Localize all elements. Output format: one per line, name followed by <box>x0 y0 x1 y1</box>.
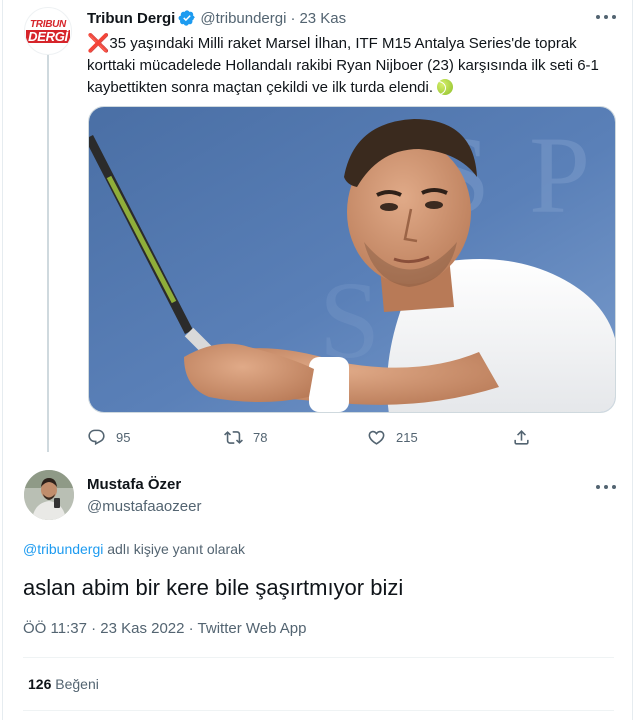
reply-more-options-icon[interactable] <box>596 480 616 494</box>
share-action[interactable] <box>512 426 541 448</box>
tennis-player-photo: S P S <box>89 107 615 412</box>
divider-bottom <box>23 710 614 711</box>
likes-summary[interactable]: 126 Beğeni <box>28 676 99 692</box>
share-icon <box>514 429 529 445</box>
reply-action[interactable]: 95 <box>87 426 130 448</box>
like-count: 215 <box>396 429 418 445</box>
tweet-actions: 95 78 215 <box>87 426 537 448</box>
avatar-logo-top: TRIBUN <box>30 18 66 30</box>
retweet-action[interactable]: 78 <box>224 426 267 448</box>
reply-author-handle[interactable]: @mustafaaozeer <box>87 498 201 515</box>
mustafa-avatar[interactable] <box>24 470 74 520</box>
tennis-ball-icon <box>437 79 454 95</box>
retweet-icon <box>224 430 243 444</box>
svg-text:P: P <box>529 114 590 236</box>
reply-author-name[interactable]: Mustafa Özer <box>87 476 181 493</box>
tweet-time[interactable]: 23 Kas <box>299 10 346 27</box>
tweet-thread: TRIBUN DERGİ Tribun Dergi @tribundergi ·… <box>2 0 633 720</box>
retweet-count: 78 <box>253 429 268 445</box>
tweet-photo[interactable]: S P S <box>88 106 616 413</box>
thread-connector <box>47 52 49 452</box>
profile-photo <box>24 470 74 520</box>
reply-tweet-text: aslan abim bir kere bile şaşırtmıyor biz… <box>23 575 404 600</box>
cross-mark-icon: ❌ <box>87 33 110 53</box>
parent-tweet[interactable]: TRIBUN DERGİ Tribun Dergi @tribundergi ·… <box>3 0 634 460</box>
reply-to-label: adlı kişiye yanıt olarak <box>103 541 245 557</box>
reply-mention-link[interactable]: @tribundergi <box>23 541 103 557</box>
tweet-metadata[interactable]: ÖÖ 11:37 · 23 Kas 2022 · Twitter Web App <box>23 620 307 637</box>
reply-count: 95 <box>116 429 131 445</box>
verified-badge-icon <box>178 9 196 27</box>
likes-label: Beğeni <box>51 676 99 692</box>
tweet-body: 35 yaşındaki Milli raket Marsel İlhan, I… <box>87 35 599 96</box>
avatar-logo-bottom: DERGİ <box>26 28 70 44</box>
replying-to: @tribundergi adlı kişiye yanıt olarak <box>23 541 245 557</box>
more-options-icon[interactable] <box>596 10 616 24</box>
parent-tweet-header: Tribun Dergi @tribundergi · 23 Kas <box>87 8 346 28</box>
likes-count: 126 <box>28 676 52 692</box>
author-name[interactable]: Tribun Dergi <box>87 10 175 27</box>
like-action[interactable]: 215 <box>367 426 418 448</box>
tribun-avatar[interactable]: TRIBUN DERGİ <box>24 7 72 55</box>
parent-tweet-text: ❌35 yaşındaki Milli raket Marsel İlhan, … <box>87 32 617 99</box>
reply-icon <box>88 429 105 445</box>
divider <box>23 657 614 658</box>
separator-dot: · <box>290 9 296 27</box>
heart-icon <box>368 430 385 445</box>
author-handle[interactable]: @tribundergi <box>200 10 286 27</box>
